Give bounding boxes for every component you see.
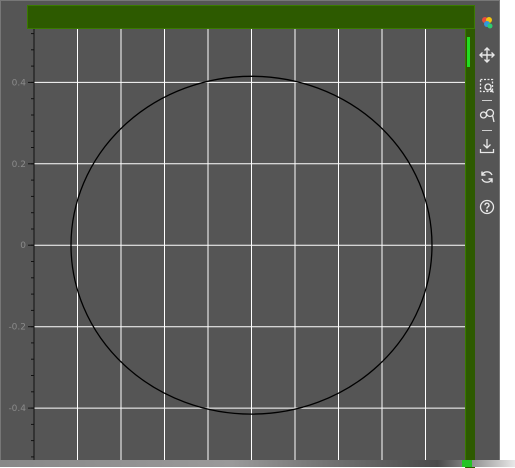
plot-toolbar	[475, 1, 499, 461]
box-zoom-icon[interactable]	[477, 76, 497, 96]
y-tick-label: 0.2	[12, 160, 26, 170]
toolbar-separator	[482, 100, 492, 101]
y-tick-label: -0.4	[8, 404, 26, 414]
y-tick-label: 0.4	[12, 78, 27, 88]
reset-icon[interactable]	[477, 167, 497, 187]
plot-canvas[interactable]: 0.4 0.2 0 -0.2 -0.4	[1, 1, 476, 461]
plot-area[interactable]: 0.4 0.2 0 -0.2 -0.4	[1, 1, 476, 461]
top-highlight-bar	[27, 5, 475, 29]
right-scrollbar[interactable]	[465, 29, 475, 468]
help-icon[interactable]	[477, 197, 497, 217]
bokeh-logo-icon[interactable]	[477, 13, 497, 33]
y-tick-label: -0.2	[8, 323, 26, 333]
wheel-zoom-icon[interactable]	[477, 105, 497, 125]
toolbar-separator	[482, 130, 492, 131]
plot-frame: 0.4 0.2 0 -0.2 -0.4	[0, 0, 500, 468]
y-tick-label: 0	[20, 241, 26, 251]
pan-icon[interactable]	[477, 45, 497, 65]
bottom-edge-strip	[0, 460, 515, 467]
bottom-green-marker	[462, 460, 472, 467]
scroll-marker[interactable]	[467, 37, 470, 67]
save-icon[interactable]	[477, 136, 497, 156]
